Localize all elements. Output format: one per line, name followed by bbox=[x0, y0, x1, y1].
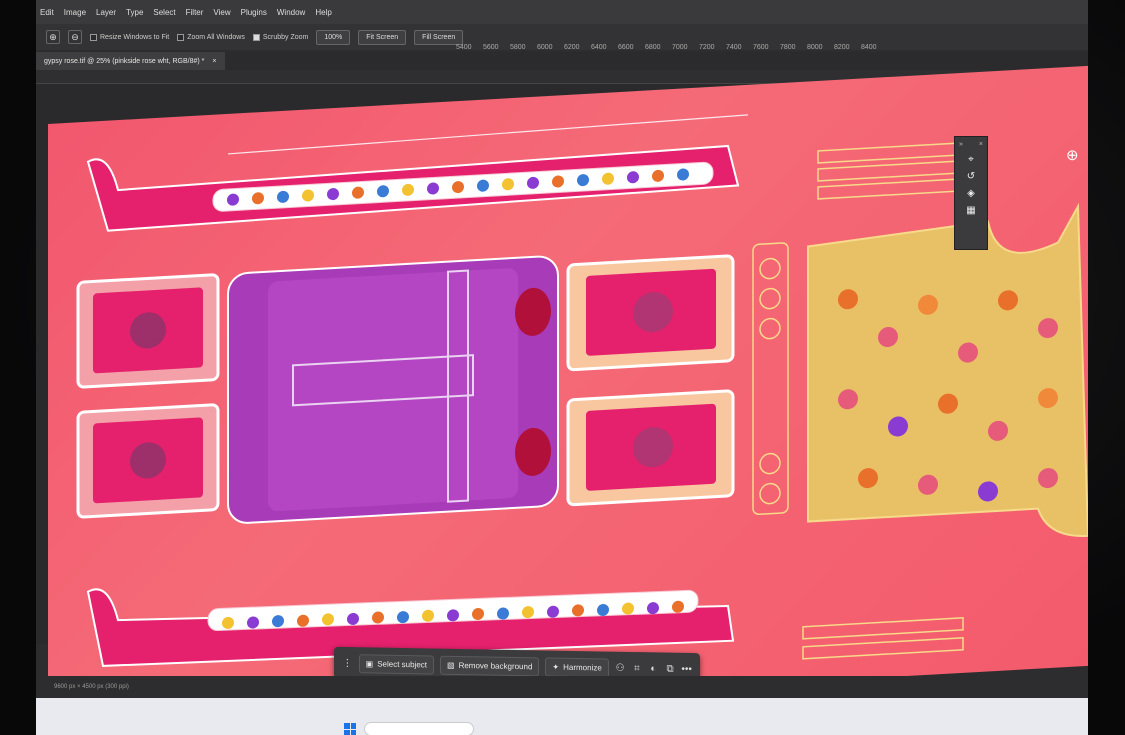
photoshop-window: Edit Image Layer Type Select Filter View… bbox=[36, 0, 1088, 735]
harmonize-icon: ✦ bbox=[552, 662, 560, 672]
right-panels bbox=[566, 254, 735, 507]
close-icon[interactable]: × bbox=[212, 58, 216, 65]
resize-windows-label: Resize Windows to Fit bbox=[100, 33, 170, 41]
collapse-icon[interactable]: » bbox=[959, 141, 963, 148]
menu-layer[interactable]: Layer bbox=[96, 8, 116, 17]
layers-icon[interactable]: ◈ bbox=[967, 188, 975, 199]
floating-tools-panel: » × ⌖ ↺ ◈ ▦ bbox=[954, 136, 988, 250]
remove-background-button[interactable]: ▧ Remove background bbox=[440, 655, 540, 676]
mask-icon[interactable]: ⚇ bbox=[615, 662, 626, 673]
menu-window[interactable]: Window bbox=[277, 8, 305, 17]
status-bar: 9600 px × 4500 px (300 ppi) bbox=[36, 676, 1088, 698]
fill-screen-button[interactable]: Fill Screen bbox=[414, 29, 464, 45]
zoom-all-label: Zoom All Windows bbox=[187, 33, 245, 41]
panel-header: » × bbox=[955, 141, 987, 148]
drag-handle-icon[interactable]: ⋮ bbox=[342, 657, 353, 668]
more-options-icon[interactable]: ••• bbox=[681, 663, 692, 674]
document-tab-title: gypsy rose.tif @ 25% (pinkside rose wht,… bbox=[44, 57, 205, 65]
document-info: 9600 px × 4500 px (300 ppi) bbox=[54, 684, 129, 690]
artboard[interactable] bbox=[48, 65, 1088, 724]
zoom-out-icon[interactable]: ⊖ bbox=[68, 30, 82, 44]
zoom-cursor-icon: ⊕ bbox=[1066, 147, 1079, 164]
harmonize-label: Harmonize bbox=[563, 662, 602, 672]
canvas-area[interactable] bbox=[36, 65, 1088, 724]
crop-icon[interactable]: ⌗ bbox=[631, 662, 642, 674]
menu-type[interactable]: Type bbox=[126, 8, 143, 17]
grid-icon[interactable]: ▦ bbox=[966, 205, 975, 216]
zoom-in-icon[interactable]: ⊕ bbox=[46, 30, 60, 44]
resize-windows-checkbox[interactable]: Resize Windows to Fit bbox=[90, 33, 170, 41]
zoom-all-windows-checkbox[interactable]: Zoom All Windows bbox=[177, 33, 245, 41]
scrubby-zoom-label: Scrubby Zoom bbox=[262, 33, 309, 41]
os-taskbar bbox=[36, 698, 1088, 735]
taskbar-search[interactable] bbox=[364, 722, 474, 735]
menu-bar: Edit Image Layer Type Select Filter View… bbox=[36, 0, 1088, 24]
menu-view[interactable]: View bbox=[213, 8, 230, 17]
close-icon[interactable]: × bbox=[979, 141, 983, 148]
select-subject-icon: ▣ bbox=[365, 658, 374, 668]
menu-filter[interactable]: Filter bbox=[186, 8, 204, 17]
menu-image[interactable]: Image bbox=[64, 8, 86, 17]
document-tab[interactable]: gypsy rose.tif @ 25% (pinkside rose wht,… bbox=[36, 52, 225, 70]
zoom-100-button[interactable]: 100% bbox=[316, 29, 351, 45]
select-subject-button[interactable]: ▣ Select subject bbox=[358, 653, 435, 675]
fit-screen-button[interactable]: Fit Screen bbox=[358, 29, 407, 45]
paths-icon[interactable]: ⌖ bbox=[968, 154, 974, 165]
interior-template-artwork bbox=[76, 114, 1088, 667]
windows-start-icon[interactable] bbox=[344, 723, 356, 735]
side-strip bbox=[752, 242, 789, 516]
left-panels bbox=[76, 273, 220, 519]
tufted-seat-panel bbox=[227, 255, 559, 524]
remove-background-icon: ▧ bbox=[447, 660, 455, 670]
menu-help[interactable]: Help bbox=[315, 8, 331, 17]
menu-edit[interactable]: Edit bbox=[40, 8, 54, 17]
remove-background-label: Remove background bbox=[458, 660, 533, 671]
document-tab-bar: gypsy rose.tif @ 25% (pinkside rose wht,… bbox=[36, 52, 1088, 70]
top-door-panel bbox=[86, 114, 749, 232]
scrubby-zoom-checkbox[interactable]: Scrubby Zoom bbox=[252, 33, 309, 41]
floral-panel bbox=[807, 202, 1088, 537]
history-icon[interactable]: ↺ bbox=[967, 171, 975, 182]
select-subject-label: Select subject bbox=[377, 659, 428, 669]
transform-icon[interactable]: ⧉ bbox=[665, 663, 676, 674]
menu-select[interactable]: Select bbox=[153, 8, 175, 17]
harmonize-button[interactable]: ✦ Harmonize bbox=[545, 656, 609, 678]
adjustment-icon[interactable]: ◐ bbox=[648, 663, 659, 674]
menu-plugins[interactable]: Plugins bbox=[241, 8, 267, 17]
